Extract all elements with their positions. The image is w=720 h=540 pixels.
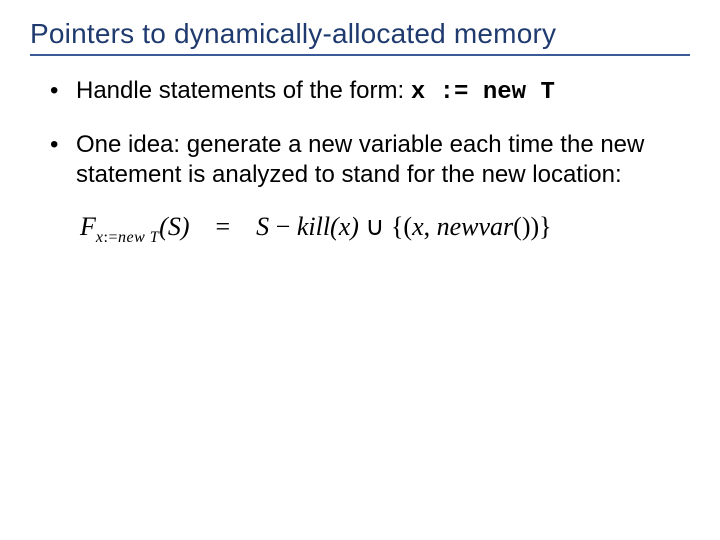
formula-subscript: x:=new T: [96, 229, 159, 246]
formula-sub-x: x: [96, 229, 104, 246]
formula-comma: ,: [424, 212, 437, 241]
formula: Fx:=new T(S)=S − kill(x) ∪ {(x, newvar()…: [80, 212, 690, 247]
formula-newvar: newvar: [437, 212, 514, 241]
formula-set-close: )}: [531, 212, 552, 241]
formula-arg-S: (S): [159, 212, 189, 241]
bullet-list: Handle statements of the form: x := new …: [50, 76, 690, 190]
formula-minus: −: [269, 212, 297, 241]
formula-F: F: [80, 212, 96, 241]
formula-equals: =: [189, 212, 256, 242]
bullet-item-2: One idea: generate a new variable each t…: [50, 130, 690, 190]
bullet-1-code: x := new T: [411, 79, 555, 106]
formula-x: x: [412, 212, 424, 241]
formula-set-open: {(: [391, 212, 412, 241]
title-underline: [30, 54, 690, 56]
bullet-2-text: One idea: generate a new variable each t…: [76, 131, 644, 188]
formula-S: S: [256, 212, 269, 241]
formula-sub-T: T: [150, 229, 159, 246]
slide-title: Pointers to dynamically-allocated memory: [30, 18, 690, 50]
formula-kill: kill: [297, 212, 330, 241]
bullet-1-text: Handle statements of the form:: [76, 77, 411, 104]
formula-sub-assign: :=: [104, 229, 118, 246]
formula-union: ∪: [359, 212, 391, 241]
formula-kill-arg: (x): [330, 212, 359, 241]
formula-sub-new: new: [118, 229, 150, 246]
slide: Pointers to dynamically-allocated memory…: [0, 0, 720, 540]
formula-newvar-call: (): [513, 212, 530, 241]
bullet-item-1: Handle statements of the form: x := new …: [50, 76, 690, 108]
